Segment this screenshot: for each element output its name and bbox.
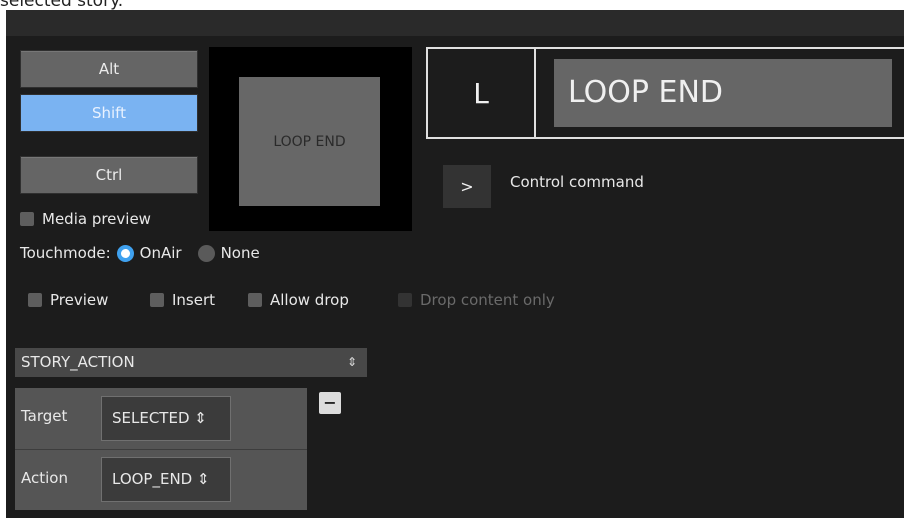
touchmode-none-label[interactable]: None [221, 244, 260, 262]
title-bar [6, 10, 904, 36]
shortcut-name-field[interactable]: LOOP END [554, 59, 892, 127]
drop-content-only-checkbox [398, 293, 412, 307]
preview-label: Preview [50, 291, 109, 309]
touchmode-none-radio[interactable] [197, 244, 215, 262]
control-command-label: Control command [510, 173, 644, 191]
media-preview-checkbox[interactable] [20, 212, 34, 226]
drop-content-only-option: Drop content only [398, 291, 555, 309]
action-params-table: Target SELECTED ⇕ Action LOOP_END ⇕ [15, 388, 307, 510]
action-select[interactable]: LOOP_END ⇕ [101, 457, 231, 502]
target-select[interactable]: SELECTED ⇕ [101, 396, 231, 441]
touchmode-label: Touchmode: [20, 244, 111, 262]
drop-content-only-label: Drop content only [420, 291, 555, 309]
shortcut-key: L [428, 49, 536, 137]
action-type-value: STORY_ACTION [21, 353, 135, 371]
touchmode-group: Touchmode: OnAir None [20, 244, 260, 262]
param-row-target: Target SELECTED ⇕ [15, 388, 307, 448]
remove-action-button[interactable]: − [319, 392, 341, 414]
param-label-target: Target [21, 407, 68, 425]
preview-checkbox[interactable] [28, 293, 42, 307]
preview-tile[interactable]: LOOP END [239, 77, 380, 206]
shift-button[interactable]: Shift [20, 94, 198, 132]
touchmode-onair-label[interactable]: OnAir [140, 244, 182, 262]
media-preview-area: LOOP END [209, 47, 412, 231]
allow-drop-label: Allow drop [270, 291, 349, 309]
ctrl-button[interactable]: Ctrl [20, 156, 198, 194]
media-preview-option[interactable]: Media preview [20, 210, 151, 228]
shortcut-display: L LOOP END [426, 47, 904, 139]
shortcut-editor-panel: Alt Shift Ctrl Media preview LOOP END To… [6, 10, 904, 518]
insert-option[interactable]: Insert [150, 291, 215, 309]
alt-button[interactable]: Alt [20, 50, 198, 88]
touchmode-onair-radio[interactable] [116, 244, 134, 262]
preview-option[interactable]: Preview [28, 291, 108, 309]
param-row-action: Action LOOP_END ⇕ [15, 449, 307, 510]
select-arrows-icon: ⇕ [346, 355, 357, 369]
control-command-button[interactable]: > [443, 165, 491, 208]
param-label-action: Action [21, 469, 68, 487]
allow-drop-option[interactable]: Allow drop [248, 291, 349, 309]
insert-checkbox[interactable] [150, 293, 164, 307]
media-preview-label: Media preview [42, 210, 151, 228]
allow-drop-checkbox[interactable] [248, 293, 262, 307]
insert-label: Insert [172, 291, 216, 309]
action-type-select[interactable]: STORY_ACTION ⇕ [15, 348, 367, 377]
